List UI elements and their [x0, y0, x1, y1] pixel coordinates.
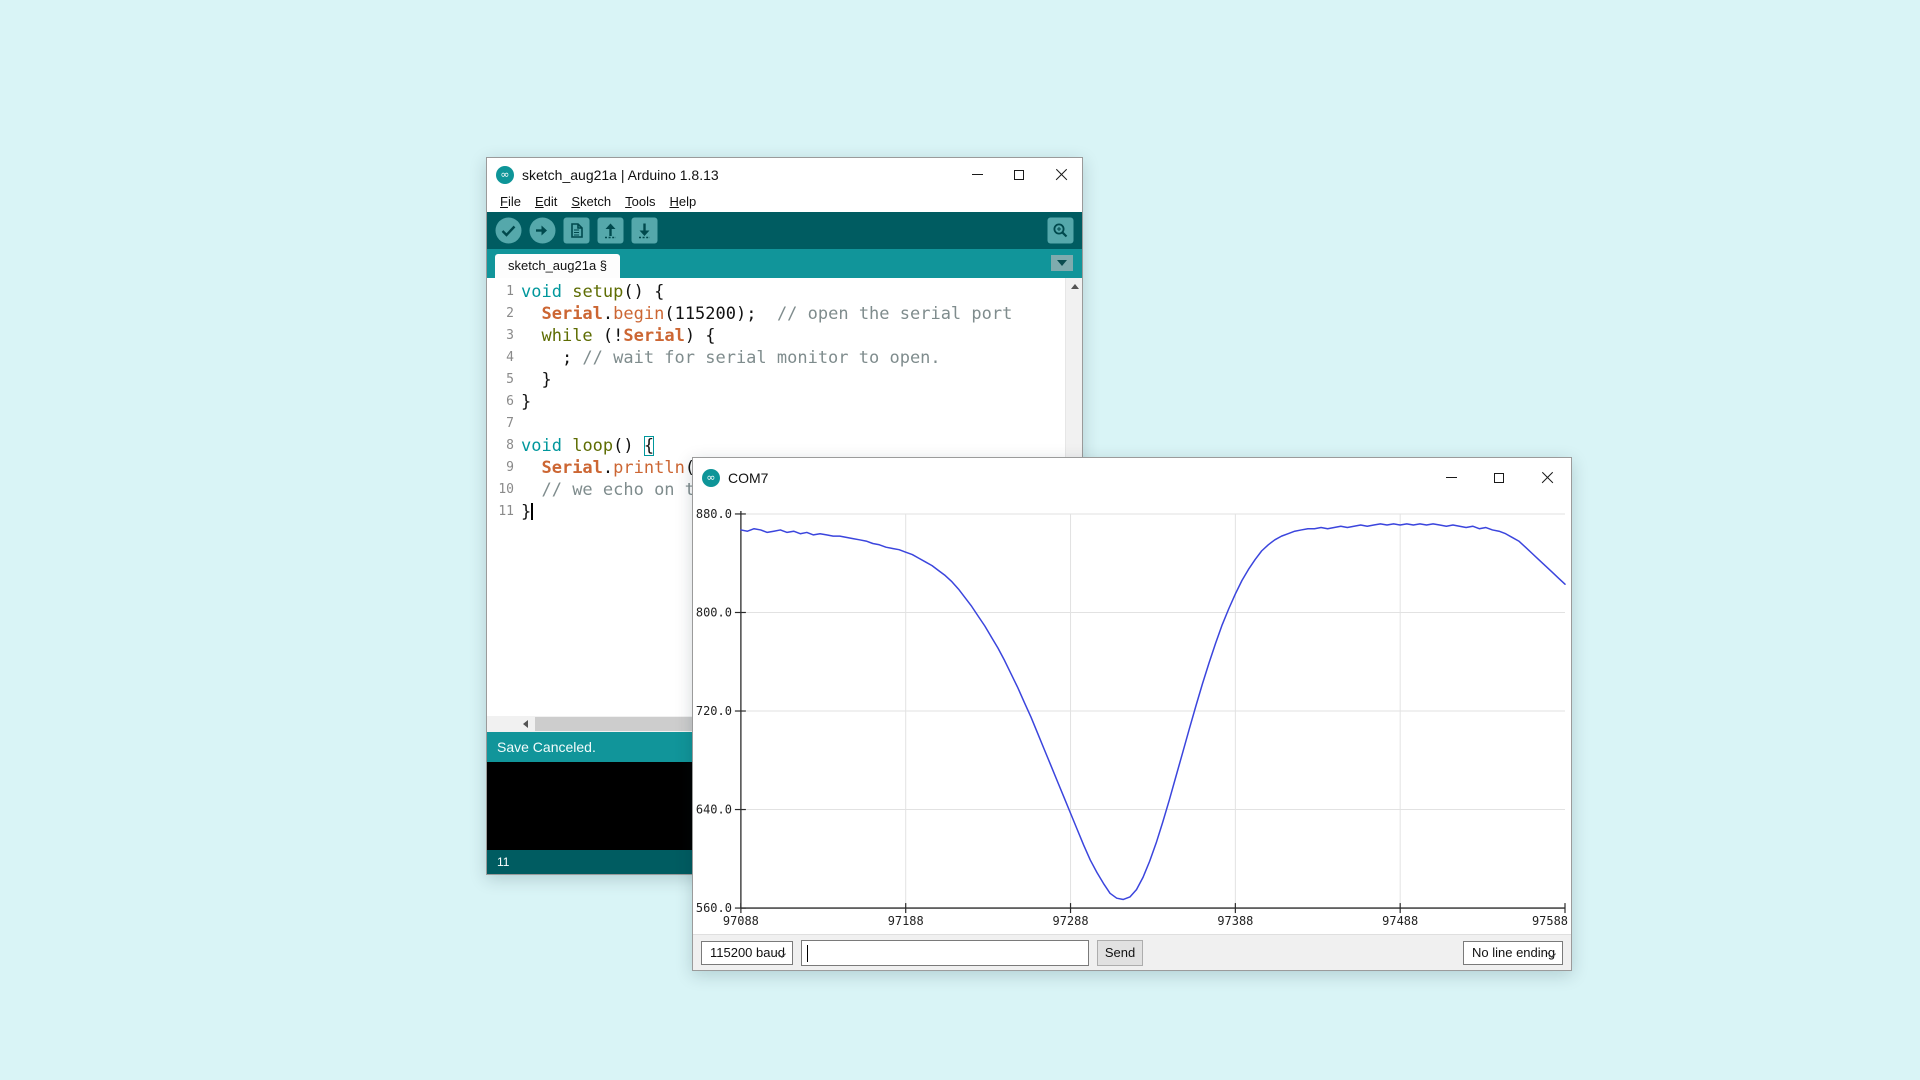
code-line[interactable]: 1 void setup() {: [487, 281, 1065, 303]
menu-file-label: ile: [507, 194, 521, 210]
svg-text:97388: 97388: [1217, 914, 1253, 928]
plotter-window-title: COM7: [728, 469, 769, 486]
svg-text:97488: 97488: [1382, 914, 1418, 928]
plotter-minimize-button[interactable]: [1427, 458, 1475, 498]
serial-monitor-icon: [1047, 217, 1074, 244]
svg-text:720.0: 720.0: [696, 704, 732, 718]
serial-plotter-window: ∞ COM7 880.0 800.0 720.0 640.0 560.0 97088 971…: [692, 457, 1572, 971]
menu-help[interactable]: Help: [663, 194, 702, 209]
baud-rate-value: 115200 baud: [710, 945, 785, 961]
svg-text:97188: 97188: [888, 914, 924, 928]
current-line-indicator: 11: [497, 855, 510, 870]
scroll-up-button[interactable]: [1066, 278, 1082, 295]
verify-icon: [495, 217, 522, 244]
svg-text:640.0: 640.0: [696, 802, 732, 816]
tab-sketch-aug21a[interactable]: sketch_aug21a §: [495, 253, 621, 278]
ide-maximize-button[interactable]: [998, 158, 1040, 192]
line-number: 4: [506, 349, 514, 365]
upload-button[interactable]: [529, 217, 556, 244]
scroll-left-button[interactable]: [517, 716, 534, 733]
svg-text:97288: 97288: [1053, 914, 1089, 928]
text-caret: [531, 502, 534, 520]
line-ending-value: No line ending: [1472, 945, 1556, 961]
line-number: 11: [498, 503, 514, 519]
arrow-left-icon: [523, 720, 528, 729]
code-line[interactable]: 3 while (!Serial) {: [487, 325, 1065, 347]
new-sketch-button[interactable]: [563, 217, 590, 244]
ide-title-bar[interactable]: ∞ sketch_aug21a | Arduino 1.8.13: [487, 158, 1082, 192]
code-line[interactable]: 8 void loop() {: [487, 435, 1065, 457]
line-number: 10: [498, 481, 514, 497]
text-caret: [807, 944, 808, 962]
minimize-icon: [1445, 477, 1457, 479]
open-button[interactable]: [597, 217, 624, 244]
code-line[interactable]: 6}: [487, 391, 1065, 413]
arduino-icon: ∞: [496, 165, 514, 184]
maximize-icon: [1494, 472, 1504, 483]
serial-plot-chart: 880.0 800.0 720.0 640.0 560.097088 97188 97288…: [696, 507, 1568, 928]
serial-send-input[interactable]: [802, 940, 1088, 965]
arduino-icon: ∞: [702, 468, 720, 487]
line-number: 1: [506, 283, 514, 299]
line-number: 8: [506, 437, 514, 453]
menu-edit-mnemonic: E: [534, 194, 544, 210]
send-button-label: Send: [1104, 945, 1136, 961]
verify-button[interactable]: [495, 217, 522, 244]
minimize-icon: [971, 174, 983, 176]
menu-edit-label: dit: [543, 194, 558, 210]
svg-text:800.0: 800.0: [696, 605, 732, 619]
plotter-maximize-button[interactable]: [1475, 458, 1523, 498]
plotter-close-button[interactable]: [1523, 458, 1571, 498]
ide-tab-bar: sketch_aug21a §: [487, 248, 1082, 278]
maximize-icon: [1014, 169, 1024, 180]
menu-tools[interactable]: Tools: [619, 194, 661, 209]
code-line[interactable]: 2 Serial.begin(115200); // open the seri…: [487, 303, 1065, 325]
menu-help-mnemonic: H: [669, 194, 679, 210]
save-button[interactable]: [631, 217, 658, 244]
svg-text:560.0: 560.0: [696, 901, 732, 915]
code-line[interactable]: 5 }: [487, 369, 1065, 391]
svg-text:97088: 97088: [723, 914, 759, 928]
baud-rate-select[interactable]: 115200 baud: [701, 940, 793, 965]
line-number: 7: [506, 415, 514, 431]
line-number: 5: [506, 371, 514, 387]
tab-menu-button[interactable]: [1051, 254, 1073, 271]
plotter-control-bar: 115200 baud Send No line ending: [693, 934, 1571, 970]
svg-text:880.0: 880.0: [696, 507, 732, 521]
menu-sketch-mnemonic: S: [571, 194, 581, 210]
menu-file[interactable]: File: [494, 194, 527, 209]
serial-plot-area: 880.0 800.0 720.0 640.0 560.0 97088 97188 97288…: [693, 497, 1571, 935]
code-line[interactable]: 4 ; // wait for serial monitor to open.: [487, 347, 1065, 369]
plotter-title-bar[interactable]: ∞ COM7: [693, 458, 1571, 498]
ide-window-title: sketch_aug21a | Arduino 1.8.13: [522, 166, 719, 183]
line-ending-select[interactable]: No line ending: [1463, 940, 1563, 965]
line-number: 3: [506, 327, 514, 343]
menu-file-mnemonic: F: [500, 194, 508, 210]
code-line[interactable]: 7: [487, 413, 1065, 435]
line-number: 6: [506, 393, 514, 409]
serial-monitor-button[interactable]: [1047, 217, 1074, 244]
svg-text:97588: 97588: [1532, 914, 1568, 928]
arrow-up-icon: [1070, 283, 1079, 289]
line-number: 9: [506, 459, 514, 475]
close-icon: [1541, 471, 1554, 484]
tab-label: sketch_aug21a §: [508, 258, 608, 274]
menu-tools-label: ools: [631, 194, 656, 210]
ide-minimize-button[interactable]: [956, 158, 998, 192]
chevron-down-icon: [1057, 259, 1067, 266]
close-icon: [1055, 168, 1068, 181]
serial-input-wrap: [801, 939, 1089, 966]
status-message: Save Canceled.: [497, 739, 596, 756]
desktop: ∞ sketch_aug21a | Arduino 1.8.13 File Ed…: [0, 0, 1920, 1080]
menu-sketch[interactable]: Sketch: [565, 194, 617, 209]
send-button[interactable]: Send: [1097, 939, 1143, 966]
menu-help-label: elp: [678, 194, 697, 210]
ide-toolbar: [487, 211, 1082, 249]
ide-close-button[interactable]: [1040, 158, 1082, 192]
menu-edit[interactable]: Edit: [529, 194, 563, 209]
ide-menu-bar: File Edit Sketch Tools Help: [487, 191, 1082, 212]
line-number: 2: [506, 305, 514, 321]
menu-sketch-label: ketch: [580, 194, 612, 210]
